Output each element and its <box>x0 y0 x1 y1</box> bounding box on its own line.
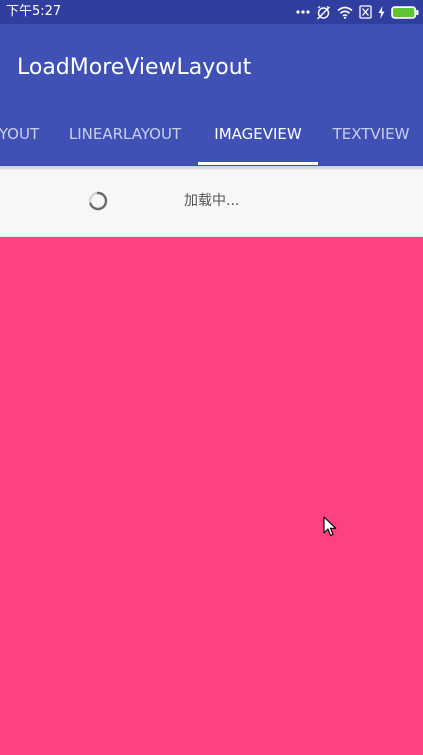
status-bar: 下午5:27 <box>0 0 423 24</box>
app-bar: LoadMoreViewLayout <box>0 24 423 112</box>
more-dots-icon <box>296 10 310 14</box>
battery-icon <box>391 5 419 19</box>
charging-icon <box>378 5 385 19</box>
tab-imageview[interactable]: IMAGEVIEW <box>198 112 318 166</box>
spinner-icon <box>88 191 108 211</box>
loading-text: 加载中... <box>184 193 240 209</box>
load-more-panel: 加载中... <box>0 170 423 237</box>
status-icons <box>296 3 419 21</box>
wifi-icon <box>337 6 353 19</box>
image-view-content <box>0 237 423 755</box>
tab-indicator <box>198 162 318 165</box>
app-title: LoadMoreViewLayout <box>17 55 252 80</box>
sim-off-icon <box>359 5 372 19</box>
tab-bar: YOUT LINEARLAYOUT IMAGEVIEW TEXTVIEW <box>0 112 423 166</box>
mouse-cursor-icon <box>323 516 337 538</box>
tab-linearlayout[interactable]: LINEARLAYOUT <box>60 112 190 166</box>
tab-framelayout[interactable]: YOUT <box>0 112 48 166</box>
status-time: 下午5:27 <box>6 4 62 19</box>
alarm-off-icon <box>316 5 331 20</box>
tab-textview[interactable]: TEXTVIEW <box>326 112 416 166</box>
